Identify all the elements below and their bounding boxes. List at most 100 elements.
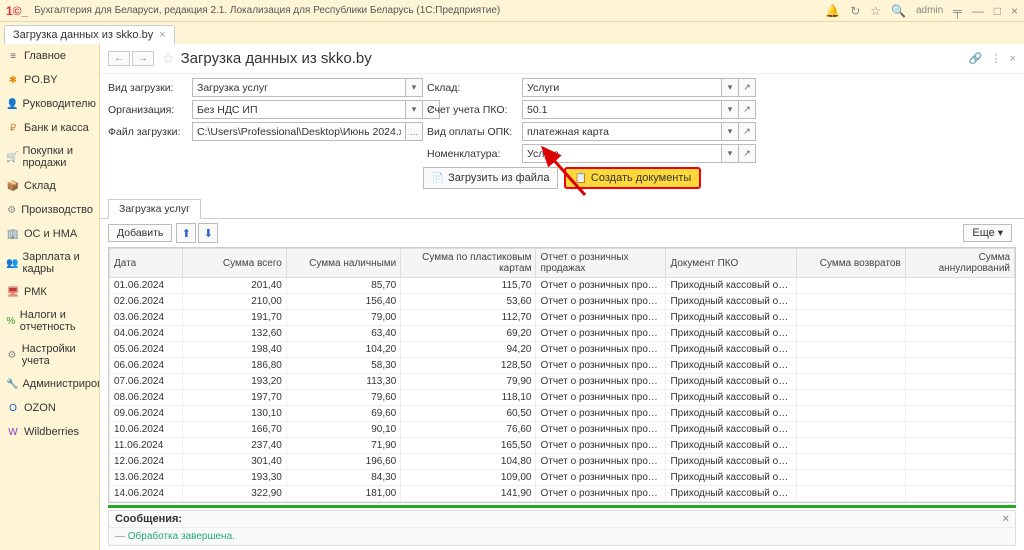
col-header[interactable]: Дата (110, 249, 183, 278)
load-from-file-button[interactable]: 📄Загрузить из файла (423, 167, 559, 189)
bell-icon[interactable]: 🔔 (825, 4, 840, 18)
data-table-wrap[interactable]: ДатаСумма всегоСумма наличнымиСумма по п… (108, 247, 1016, 503)
input-vid-zagruzki[interactable] (192, 78, 406, 97)
sidebar-label: Администрирование (22, 378, 100, 390)
sidebar-item[interactable]: ≡ Главное (0, 44, 99, 68)
sidebar-item[interactable]: ✱PO.BY (0, 68, 99, 92)
dropdown-icon[interactable]: ▾ (406, 100, 423, 119)
sidebar-label: Настройки учета (22, 343, 93, 367)
tab-active[interactable]: Загрузка данных из skko.by × (4, 25, 175, 44)
table-row[interactable]: 08.06.2024197,7079,60118,10Отчет о розни… (110, 390, 1015, 406)
table-row[interactable]: 15.06.2024265,5074,10191,40Отчет о розни… (110, 502, 1015, 504)
label-opk: Вид оплаты ОПК: (427, 126, 522, 138)
sidebar-icon: ₽ (6, 121, 20, 135)
open-icon[interactable]: ↗ (739, 100, 756, 119)
sidebar-icon: ⚙ (6, 348, 18, 362)
table-row[interactable]: 09.06.2024130,1069,6060,50Отчет о рознич… (110, 406, 1015, 422)
label-pko: Счет учета ПКО: (427, 104, 522, 116)
more-button[interactable]: Еще ▾ (963, 224, 1012, 242)
minimize-icon[interactable]: — (972, 4, 984, 18)
messages-close-icon[interactable]: × (1003, 513, 1009, 525)
sidebar-item[interactable]: WWildberries (0, 420, 99, 444)
tab-close-icon[interactable]: × (159, 29, 165, 41)
titlebar: 1©_ Бухгалтерия для Беларуси, редакция 2… (0, 0, 1024, 22)
sidebar-icon: ≡ (6, 49, 20, 63)
col-header[interactable]: Отчет о розничных продажах (536, 249, 666, 278)
sidebar-item[interactable]: OOZON (0, 396, 99, 420)
sidebar-label: ОС и НМА (24, 228, 77, 240)
input-schet-pko[interactable] (522, 100, 722, 119)
sidebar-item[interactable]: %Налоги и отчетность (0, 304, 99, 338)
label-vid: Вид загрузки: (108, 82, 192, 94)
dropdown-icon[interactable]: ▾ (722, 144, 739, 163)
star-icon[interactable]: ☆ (870, 4, 881, 18)
close-panel-icon[interactable]: × (1010, 53, 1016, 65)
dropdown-icon[interactable]: ▾ (406, 78, 423, 97)
input-vid-oplaty[interactable] (522, 122, 722, 141)
search-icon[interactable]: 🔍 (891, 4, 906, 18)
sidebar-item[interactable]: ₽Банк и касса (0, 116, 99, 140)
table-row[interactable]: 12.06.2024301,40196,60104,80Отчет о розн… (110, 454, 1015, 470)
table-row[interactable]: 10.06.2024166,7090,1076,60Отчет о рознич… (110, 422, 1015, 438)
dropdown-icon[interactable]: ▾ (722, 100, 739, 119)
history-icon[interactable]: ↻ (850, 4, 860, 18)
table-row[interactable]: 11.06.2024237,4071,90165,50Отчет о розни… (110, 438, 1015, 454)
col-header[interactable]: Сумма аннулирований (905, 249, 1014, 278)
input-nomenklatura[interactable] (522, 144, 722, 163)
sidebar-item[interactable]: 🔧Администрирование (0, 372, 99, 396)
sidebar-icon: 🖥 (6, 285, 20, 299)
sidebar-item[interactable]: 👥Зарплата и кадры (0, 246, 99, 280)
sidebar-icon: 🛒 (6, 150, 18, 164)
maximize-icon[interactable]: □ (994, 4, 1001, 18)
link-icon[interactable]: 🔗 (969, 52, 983, 65)
caret-icon[interactable]: ╤ (953, 4, 962, 18)
tab-zagruzka-uslug[interactable]: Загрузка услуг (108, 199, 201, 219)
nav-back-button[interactable]: ← (108, 51, 130, 66)
sidebar-item[interactable]: ⚙Производство (0, 198, 99, 222)
menu-icon[interactable]: ⋮ (991, 52, 1002, 65)
close-icon[interactable]: × (1011, 4, 1018, 18)
input-file[interactable] (192, 122, 406, 141)
col-header[interactable]: Сумма возвратов (796, 249, 905, 278)
open-icon[interactable]: ↗ (739, 122, 756, 141)
sidebar-item[interactable]: 📦Склад (0, 174, 99, 198)
move-down-button[interactable]: ⬇ (198, 223, 218, 243)
page-title: Загрузка данных из skko.by (181, 50, 372, 67)
add-button[interactable]: Добавить (108, 224, 172, 242)
col-header[interactable]: Сумма по пластиковым картам (401, 249, 536, 278)
table-row[interactable]: 13.06.2024193,3084,30109,00Отчет о розни… (110, 470, 1015, 486)
sidebar-item[interactable]: 🖥РМК (0, 280, 99, 304)
user-name[interactable]: admin (916, 5, 943, 16)
table-row[interactable]: 02.06.2024210,00156,4053,60Отчет о розни… (110, 294, 1015, 310)
sidebar-item[interactable]: 👤Руководителю (0, 92, 99, 116)
table-row[interactable]: 03.06.2024191,7079,00112,70Отчет о розни… (110, 310, 1015, 326)
col-header[interactable]: Сумма всего (182, 249, 286, 278)
sidebar-item[interactable]: ⚙ Настройки учета (0, 338, 99, 372)
input-sklad[interactable] (522, 78, 722, 97)
create-documents-button[interactable]: 📋Создать документы (564, 167, 701, 189)
move-up-button[interactable]: ⬆ (176, 223, 196, 243)
table-row[interactable]: 14.06.2024322,90181,00141,90Отчет о розн… (110, 486, 1015, 502)
table-row[interactable]: 04.06.2024132,6063,4069,20Отчет о рознич… (110, 326, 1015, 342)
favorite-icon[interactable]: ☆ (162, 50, 175, 67)
file-icon: 📄 (432, 173, 444, 184)
dropdown-icon[interactable]: ▾ (722, 78, 739, 97)
open-icon[interactable]: ↗ (739, 144, 756, 163)
table-row[interactable]: 01.06.2024201,4085,70115,70Отчет о розни… (110, 278, 1015, 294)
open-icon[interactable]: ↗ (739, 78, 756, 97)
table-row[interactable]: 06.06.2024186,8058,30128,50Отчет о розни… (110, 358, 1015, 374)
table-row[interactable]: 07.06.2024193,20113,3079,90Отчет о розни… (110, 374, 1015, 390)
sidebar-label: Главное (24, 50, 66, 62)
col-header[interactable]: Документ ПКО (666, 249, 796, 278)
table-row[interactable]: 05.06.2024198,40104,2094,20Отчет о розни… (110, 342, 1015, 358)
sidebar-icon: ⚙ (6, 203, 17, 217)
content-area: ← → ☆ Загрузка данных из skko.by 🔗 ⋮ × В… (100, 44, 1024, 550)
nav-fwd-button[interactable]: → (132, 51, 154, 66)
sidebar-label: Налоги и отчетность (20, 309, 93, 333)
sidebar-item[interactable]: 🛒Покупки и продажи (0, 140, 99, 174)
input-organizatsiya[interactable] (192, 100, 406, 119)
sidebar-item[interactable]: 🏢ОС и НМА (0, 222, 99, 246)
browse-icon[interactable]: … (406, 122, 423, 141)
col-header[interactable]: Сумма наличными (286, 249, 400, 278)
dropdown-icon[interactable]: ▾ (722, 122, 739, 141)
